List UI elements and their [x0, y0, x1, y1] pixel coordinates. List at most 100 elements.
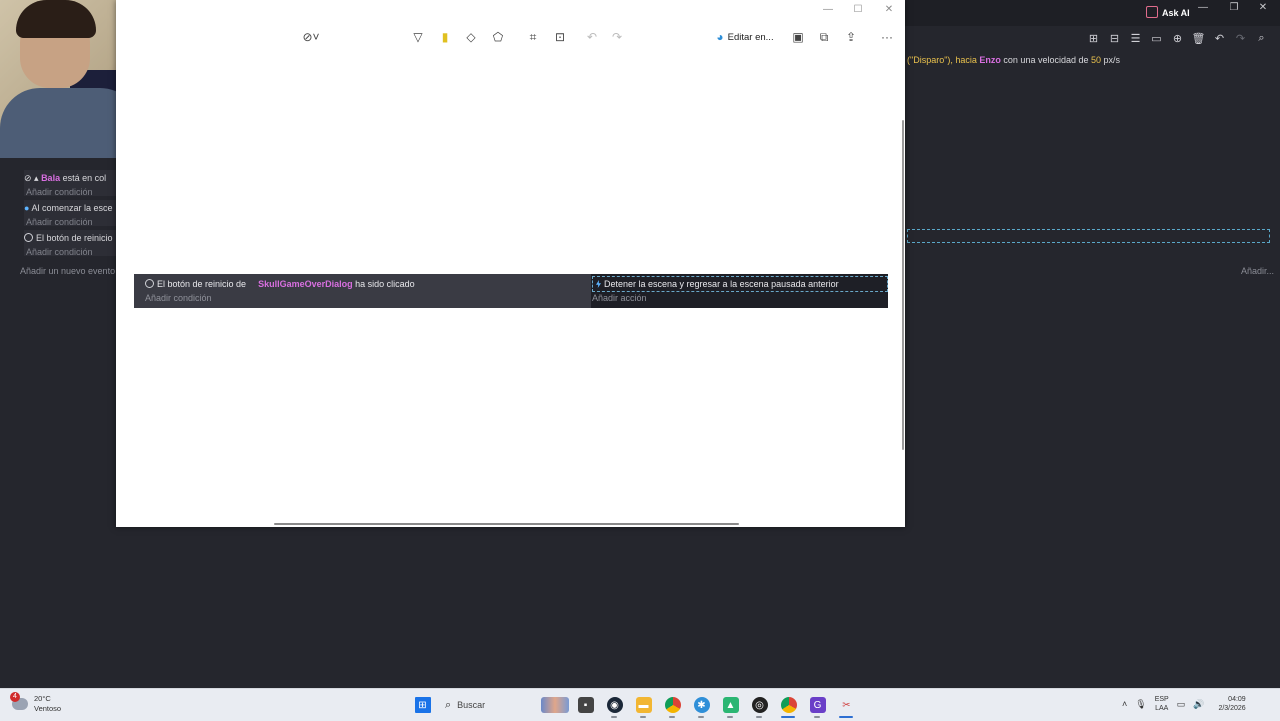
share-icon[interactable]: ⇪ — [843, 28, 859, 46]
scene-start-icon: ● — [24, 203, 30, 213]
obs-icon: ◎ — [751, 697, 768, 713]
event-conditions: El botón de reinicio de SkullGameOverDial… — [134, 274, 591, 308]
file-explorer-app[interactable]: ▬ — [629, 692, 658, 718]
event-condition-row[interactable]: El botón de reinicio — [24, 233, 116, 243]
add-icon[interactable]: ⊕ — [1169, 30, 1186, 47]
condition-text: El botón de reinicio — [36, 233, 113, 243]
button-icon — [24, 233, 33, 242]
highlighter-icon[interactable]: ▮ — [437, 28, 453, 46]
snip-titlebar: — ☐ ✕ — [282, 0, 905, 20]
undo-icon[interactable]: ↶ — [584, 28, 600, 46]
ask-ai-label: Ask AI — [1162, 8, 1190, 18]
add-comment-icon[interactable]: ☰ — [1127, 30, 1144, 47]
editor-minimize-button[interactable]: — — [1193, 2, 1213, 13]
vertical-scrollbar[interactable] — [902, 120, 904, 450]
gdevelop-app[interactable]: G — [803, 692, 832, 718]
folder-icon: ▬ — [635, 697, 652, 713]
display-icon[interactable]: ▭ — [1177, 699, 1186, 710]
taskbar: 4 20°C Ventoso ⊞ ⌕ Buscar ▪ ◉ ▬ ✱ ▲ ◎ G ✂ … — [0, 688, 1280, 721]
timer-icon[interactable]: ⊘˅ — [298, 28, 324, 46]
ask-ai-button[interactable]: Ask AI — [1146, 6, 1190, 18]
add-event-icon[interactable]: ⊞ — [1085, 30, 1102, 47]
selected-event-outline — [907, 229, 1270, 243]
bolt-icon — [596, 280, 601, 288]
person-hair — [16, 0, 96, 38]
microphone-icon[interactable]: 🎙 — [1135, 699, 1146, 710]
more-icon[interactable]: ··· — [879, 28, 895, 46]
editor-close-button[interactable]: ✕ — [1253, 2, 1273, 13]
snipping-tool-app[interactable]: ✂ — [832, 692, 861, 718]
horizontal-scrollbar[interactable] — [274, 523, 739, 525]
undo-icon[interactable]: ↶ — [1211, 30, 1228, 47]
editor-toolbar: ⊞ ⊟ ☰ ▭ ⊕ 🗑 ↶ ↷ ⌕ — [1085, 30, 1270, 47]
add-condition-link[interactable]: Añadir condición — [26, 217, 93, 227]
condition-suffix: ha sido clicado — [352, 279, 415, 289]
save-icon[interactable]: ▣ — [790, 28, 806, 46]
text-actions-icon[interactable]: ⊡ — [552, 28, 568, 46]
gdevelop-icon: G — [809, 697, 826, 713]
start-button[interactable]: ⊞ — [408, 692, 437, 718]
object-name: SkullGameOverDialog — [258, 279, 353, 289]
time: 04:09 — [1228, 696, 1246, 703]
add-condition-link[interactable]: Añadir condición — [145, 293, 212, 303]
snip-toolbar: ⊘˅ ▽ ▮ ◇ ⬠ ⌗ ⊡ ↶ ↷ ◕ Editar en... ▣ ⧉ ⇪ ·… — [282, 24, 905, 50]
steam-app[interactable]: ◉ — [600, 692, 629, 718]
action-row[interactable]: Detener la escena y regresar a la escena… — [592, 276, 888, 292]
scissors-icon: ✂ — [838, 697, 855, 713]
notification-badge: 4 — [10, 692, 20, 702]
condition-text: Al comenzar la esce — [31, 203, 113, 213]
clock[interactable]: 04:09 2/3/2026 — [1218, 695, 1245, 713]
button-icon — [145, 279, 154, 288]
crop-icon[interactable]: ⌗ — [525, 28, 541, 46]
weather-widget[interactable]: 4 20°C Ventoso — [10, 692, 61, 714]
add-action-link[interactable]: Añadir... — [1241, 266, 1274, 276]
android-app[interactable]: ▲ — [716, 692, 745, 718]
redo-icon[interactable]: ↷ — [609, 28, 625, 46]
search-icon: ⌕ — [445, 698, 452, 711]
shape-icon[interactable]: ⬠ — [490, 28, 506, 46]
search-label: Buscar — [457, 700, 486, 710]
volume-icon[interactable]: 🔊 — [1193, 699, 1204, 710]
chevron-up-icon[interactable]: ˄ — [1122, 699, 1127, 709]
add-subevent-icon[interactable]: ⊟ — [1106, 30, 1123, 47]
object-name: Bala — [41, 173, 61, 183]
comment-icon[interactable]: ▭ — [1148, 30, 1165, 47]
pen-icon[interactable]: ▽ — [410, 28, 426, 46]
add-action-link[interactable]: Añadir acción — [592, 293, 647, 303]
event-condition-row[interactable]: ⊘ ▴ Bala está en col — [24, 173, 116, 184]
redo-icon[interactable]: ↷ — [1232, 30, 1249, 47]
chrome-app[interactable] — [658, 692, 687, 718]
add-new-event-link[interactable]: Añadir un nuevo evento — [20, 266, 115, 276]
event-action-text[interactable]: ("Disparo"), hacia Enzo con una velocida… — [907, 55, 1120, 65]
lang-bottom: LAA — [1155, 705, 1169, 712]
snip-minimize-button[interactable]: — — [818, 4, 838, 15]
copy-icon[interactable]: ⧉ — [816, 28, 832, 46]
search-icon[interactable]: ⌕ — [1253, 30, 1270, 47]
snipping-tool-window: — ☐ ✕ ⊘˅ ▽ ▮ ◇ ⬠ ⌗ ⊡ ↶ ↷ ◕ Editar en... ▣… — [116, 0, 905, 527]
snip-maximize-button[interactable]: ☐ — [848, 4, 868, 15]
event-condition-row[interactable]: ● Al comenzar la esce — [24, 203, 116, 213]
snip-close-button[interactable]: ✕ — [879, 4, 899, 15]
edit-in-button[interactable]: ◕ Editar en... — [712, 28, 778, 46]
task-view-button[interactable]: ▪ — [571, 692, 600, 718]
chrome-icon — [664, 697, 681, 713]
search-highlight-image — [541, 697, 569, 713]
add-condition-link[interactable]: Añadir condición — [26, 247, 93, 257]
vscode-app[interactable]: ✱ — [687, 692, 716, 718]
language-indicator[interactable]: ESP LAA — [1155, 695, 1169, 713]
editor-maximize-button[interactable]: ❐ — [1224, 2, 1244, 13]
app-icon: ✱ — [693, 697, 710, 713]
edit-in-label: Editar en... — [727, 31, 774, 43]
eraser-icon[interactable]: ◇ — [463, 28, 479, 46]
delete-icon[interactable]: 🗑 — [1190, 30, 1207, 47]
add-condition-link[interactable]: Añadir condición — [26, 187, 93, 197]
chrome-profile-app[interactable] — [774, 692, 803, 718]
windows-icon: ⊞ — [414, 697, 431, 713]
taskbar-search[interactable]: ⌕ Buscar — [439, 694, 569, 716]
android-icon: ▲ — [722, 697, 739, 713]
steam-icon: ◉ — [606, 697, 623, 713]
object-name: Enzo — [979, 55, 1001, 65]
speed-value: 50 — [1091, 55, 1102, 65]
obs-app[interactable]: ◎ — [745, 692, 774, 718]
condition-row[interactable]: El botón de reinicio de SkullGameOverDial… — [145, 279, 415, 289]
